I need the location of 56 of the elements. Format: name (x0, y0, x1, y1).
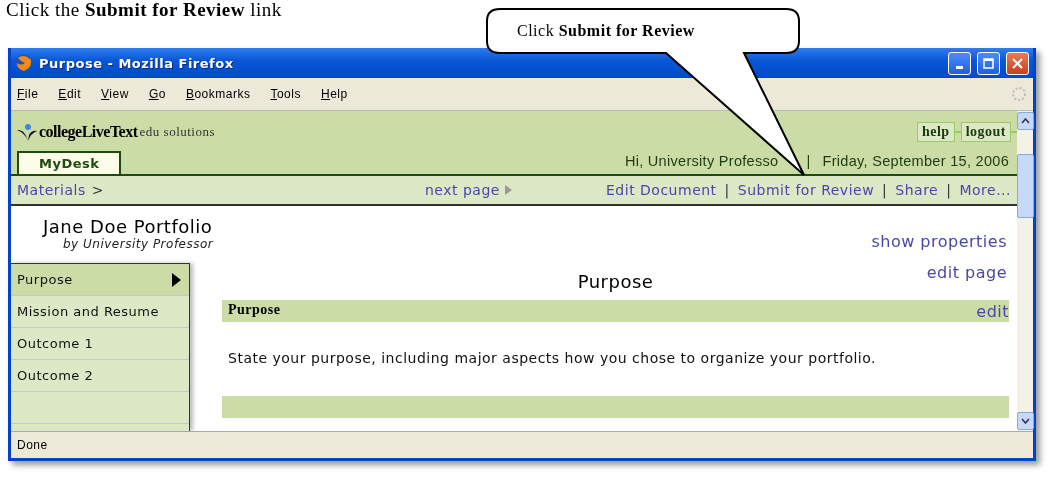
menu-item[interactable]: File (17, 87, 39, 101)
maximize-button[interactable] (977, 51, 1000, 75)
window-title: Purpose - Mozilla Firefox (39, 55, 235, 71)
callout-text: Click Submit for Review (517, 22, 695, 40)
show-properties-link[interactable]: show properties (871, 232, 1007, 251)
header-link[interactable]: help (916, 122, 955, 142)
header-link[interactable]: logout (960, 122, 1011, 142)
menu-item[interactable]: Go (148, 87, 166, 101)
browser-logo-icon (15, 54, 33, 72)
edit-page-link[interactable]: edit page (926, 263, 1007, 282)
scrollbar[interactable] (1017, 111, 1033, 431)
page-title: Purpose (577, 271, 654, 292)
menu-item[interactable]: View (101, 87, 129, 101)
logo-text: collegeLiveText (39, 123, 138, 141)
close-button[interactable] (1006, 51, 1029, 75)
menu-item[interactable]: Bookmarks (185, 87, 251, 101)
greeting-text: Hi, University Professo (624, 152, 779, 169)
menu-item[interactable]: Tools (270, 87, 301, 101)
status-text: Done (17, 438, 48, 452)
close-icon (1012, 57, 1023, 69)
scroll-up-icon[interactable] (1017, 112, 1034, 130)
nav-tab[interactable]: MyDesk (17, 151, 122, 174)
action-link[interactable]: Share (895, 182, 939, 198)
action-link[interactable]: Submit for Review (737, 182, 875, 198)
play-icon (172, 272, 181, 287)
scroll-down-icon[interactable] (1017, 412, 1034, 430)
logo-tagline: edu solutions (139, 124, 216, 140)
edit-link[interactable]: edit (976, 302, 1009, 320)
minimize-icon (956, 65, 963, 69)
section-text: State your purpose, including major aspects how you chose to organize your portfolio. (228, 350, 877, 366)
sidebar-item[interactable]: Outcome 2 (11, 360, 189, 392)
menu-item[interactable]: Help (320, 87, 348, 101)
minimize-button[interactable] (948, 51, 971, 75)
separator-text: | (946, 182, 952, 198)
separator-text: | (806, 152, 811, 169)
scroll-thumb[interactable] (1017, 154, 1034, 218)
next-page-link[interactable]: next page (425, 182, 500, 198)
sidebar-item[interactable]: Outcome 1 (11, 328, 189, 360)
throbber-icon (1011, 86, 1027, 102)
section-header: Purpose edit (222, 300, 1009, 322)
breadcrumb-separator: > (91, 182, 104, 198)
date-text: Friday, September 15, 2006 (822, 152, 1009, 169)
play-icon (504, 185, 512, 195)
separator-text: | (882, 182, 888, 198)
separator-text: | (724, 182, 730, 198)
document-title: Jane Doe Portfolio (43, 216, 214, 237)
action-link[interactable]: Edit Document (606, 182, 717, 198)
instruction-text: Click the Submit for Review link (6, 0, 283, 20)
logo-icon (17, 123, 37, 141)
author-text: by University Professor (62, 237, 214, 251)
sidebar-item[interactable]: Mission and Resume (11, 296, 189, 328)
breadcrumb-link[interactable]: Materials (17, 182, 86, 198)
maximize-icon (983, 57, 994, 69)
action-link[interactable]: More... (959, 182, 1011, 198)
sidebar-item[interactable]: Purpose (11, 264, 189, 296)
menu-item[interactable]: Edit (58, 87, 82, 101)
